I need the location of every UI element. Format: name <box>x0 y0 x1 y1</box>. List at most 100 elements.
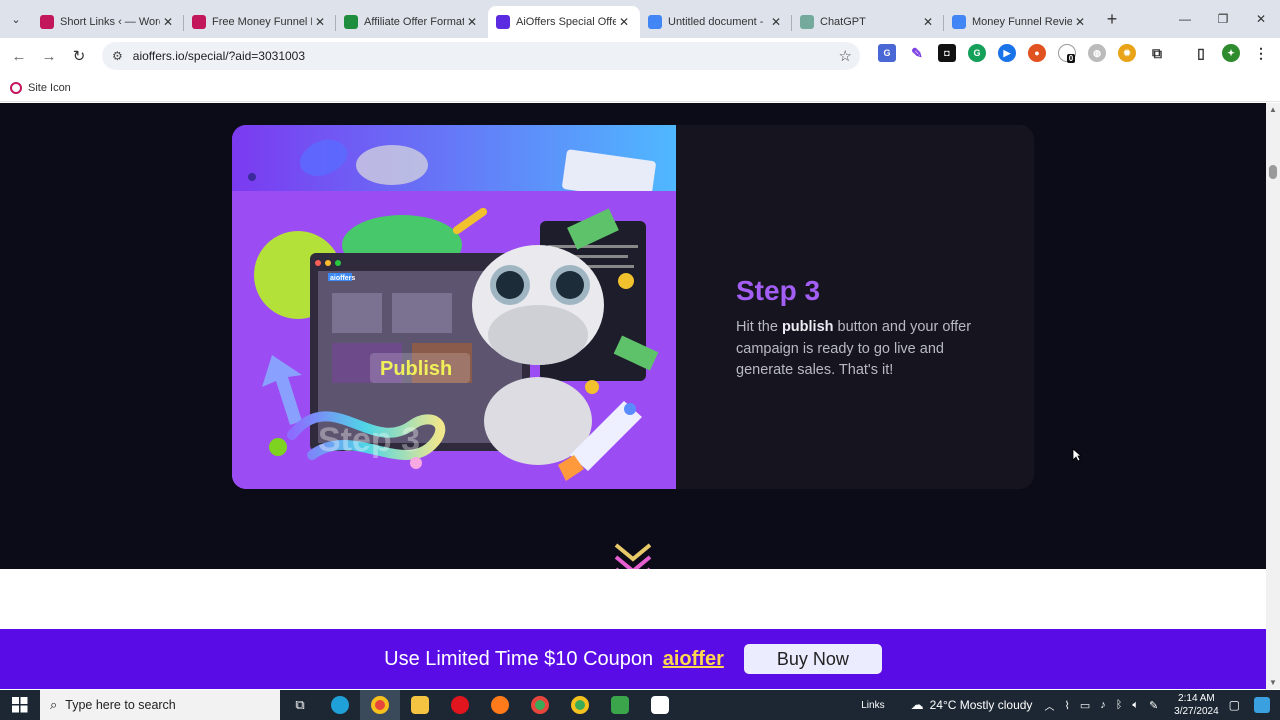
search-placeholder: Type here to search <box>65 698 176 712</box>
buy-now-button[interactable]: Buy Now <box>743 644 882 674</box>
chrome-profile-icon[interactable] <box>520 690 560 720</box>
camtasia-recorder-icon[interactable] <box>640 690 680 720</box>
video-extension-icon[interactable]: ▶ <box>998 44 1016 62</box>
tray-overflow-chevron-icon[interactable]: ︿ <box>1044 698 1054 713</box>
tab-favicon-icon <box>344 15 358 29</box>
step-illustration: aioffers Publish Step 3 <box>232 125 676 489</box>
camtasia-icon[interactable] <box>600 690 640 720</box>
tab[interactable]: Short Links ‹ — Word ✕ <box>32 6 184 38</box>
forward-button[interactable]: → <box>34 48 64 65</box>
pen-extension-icon[interactable]: ✎ <box>908 44 926 62</box>
illustration-brand-text: aioffers <box>330 275 355 282</box>
tab-close-icon[interactable]: ✕ <box>160 15 176 29</box>
copilot-icon[interactable] <box>1254 697 1270 713</box>
links-toolbar[interactable]: Links <box>861 700 884 711</box>
notifications-icon[interactable]: ▢ <box>1229 698 1240 712</box>
minimize-button[interactable]: — <box>1166 0 1204 38</box>
windows-taskbar: ⌕ Type here to search ⧉ Links ☁ 24°C Mos… <box>0 690 1280 720</box>
scroll-down-arrow-icon[interactable]: ▼ <box>1269 678 1277 687</box>
tab-title: AiOffers Special Offe <box>516 16 616 28</box>
url-text: aioffers.io/special/?aid=3031003 <box>132 49 306 63</box>
step-description: Hit the publish button and your offer ca… <box>736 317 976 382</box>
back-button[interactable]: ← <box>4 48 34 65</box>
new-tab-button[interactable]: + <box>1098 9 1126 30</box>
white-band <box>0 569 1266 629</box>
illustration-publish-label: Publish <box>380 358 452 380</box>
chrome-icon[interactable] <box>360 690 400 720</box>
tab-close-icon[interactable]: ✕ <box>768 15 784 29</box>
translate-extension-icon[interactable]: G <box>878 44 896 62</box>
puzzle-extensions-icon[interactable]: ⧉ <box>1148 44 1166 62</box>
tab-close-icon[interactable]: ✕ <box>1072 15 1088 29</box>
clock-date: 3/27/2024 <box>1174 706 1219 717</box>
close-window-button[interactable]: ✕ <box>1242 0 1280 38</box>
coupon-text: Use Limited Time $10 Coupon aioffer <box>384 648 724 671</box>
edge-icon[interactable] <box>320 690 360 720</box>
counter-extension-icon[interactable]: 0 <box>1058 44 1076 63</box>
tab-close-icon[interactable]: ✕ <box>920 15 936 29</box>
tab-close-icon[interactable]: ✕ <box>464 15 480 29</box>
tab-favicon-icon <box>496 15 510 29</box>
mic-icon[interactable]: ♪ <box>1100 699 1106 711</box>
tab[interactable]: Money Funnel Revie ✕ <box>944 6 1096 38</box>
site-info-icon[interactable]: ⚙ <box>112 49 123 63</box>
tab[interactable]: Affiliate Offer Format ✕ <box>336 6 488 38</box>
tab-active[interactable]: AiOffers Special Offe ✕ <box>488 6 640 38</box>
tab-favicon-icon <box>648 15 662 29</box>
volume-icon[interactable]: 🔈︎ <box>1132 699 1139 712</box>
file-explorer-icon[interactable] <box>400 690 440 720</box>
tab-search-button[interactable]: ⌄ <box>0 0 32 38</box>
dark-extension-icon[interactable]: ◘ <box>938 44 956 62</box>
profile-avatar[interactable]: ✦ <box>1222 44 1240 62</box>
restore-button[interactable]: ❐ <box>1204 0 1242 38</box>
globe-extension-icon[interactable]: ◍ <box>1088 44 1106 62</box>
tab[interactable]: Free Money Funnel R ✕ <box>184 6 336 38</box>
tab-favicon-icon <box>952 15 966 29</box>
bookmark-site-icon[interactable]: Site Icon <box>28 82 71 94</box>
tab-title: Untitled document - <box>668 16 764 28</box>
tab-close-icon[interactable]: ✕ <box>312 15 328 29</box>
orange-extension-icon[interactable]: ● <box>1028 44 1046 62</box>
gear-extension-icon[interactable]: ✹ <box>1118 44 1136 62</box>
side-panel-icon[interactable]: ▯ <box>1192 44 1210 62</box>
scroll-up-arrow-icon[interactable]: ▲ <box>1269 105 1277 114</box>
extension-badge: 0 <box>1066 53 1076 63</box>
tab-title: Free Money Funnel R <box>212 16 312 28</box>
window-controls: — ❐ ✕ <box>1166 0 1280 38</box>
step-desc-prefix: Hit the <box>736 319 782 335</box>
reload-button[interactable]: ↻ <box>64 47 94 65</box>
address-bar[interactable]: ⚙ aioffers.io/special/?aid=3031003 ☆ <box>102 42 860 70</box>
grammarly-extension-icon[interactable]: G <box>968 44 986 62</box>
step-desc-bold: publish <box>781 319 834 335</box>
tab-title: ChatGPT <box>820 16 866 28</box>
site-icon-favicon-icon <box>10 81 22 94</box>
menu-kebab-icon[interactable]: ⋮ <box>1252 44 1270 62</box>
taskbar-search-input[interactable]: ⌕ Type here to search <box>40 690 280 720</box>
step-card: aioffers Publish Step 3 Step 3 Hit the p… <box>232 125 1034 489</box>
bluetooth-icon[interactable]: ᛒ <box>1116 699 1123 711</box>
opera-icon[interactable] <box>440 690 480 720</box>
coupon-code-link[interactable]: aioffer <box>663 648 724 670</box>
start-button[interactable] <box>0 697 40 713</box>
battery-icon[interactable]: ▭ <box>1080 699 1090 712</box>
illustration-step-watermark: Step 3 <box>318 421 420 459</box>
tab-favicon-icon <box>192 15 206 29</box>
weather-cloud-icon: ☁ <box>910 697 924 712</box>
steps-section: aioffers Publish Step 3 Step 3 Hit the p… <box>0 103 1266 586</box>
clock[interactable]: 2:14 AM 3/27/2024 <box>1174 692 1219 718</box>
network-icon[interactable]: ⌇ <box>1064 699 1069 712</box>
firefox-icon[interactable] <box>480 690 520 720</box>
task-view-icon[interactable]: ⧉ <box>280 690 320 720</box>
weather-text[interactable]: 24°C Mostly cloudy <box>930 698 1033 712</box>
chrome-profile-2-icon[interactable] <box>560 690 600 720</box>
tab-close-icon[interactable]: ✕ <box>616 15 632 29</box>
coupon-prefix: Use Limited Time $10 Coupon <box>384 647 654 670</box>
tab[interactable]: ChatGPT ✕ <box>792 6 944 38</box>
scrollbar-thumb[interactable] <box>1269 165 1277 179</box>
tab-favicon-icon <box>800 15 814 29</box>
tab[interactable]: Untitled document - ✕ <box>640 6 792 38</box>
bookmark-star-icon[interactable]: ☆ <box>839 47 852 65</box>
page-scrollbar[interactable]: ▲ ▼ <box>1266 103 1280 689</box>
pen-icon[interactable]: ✎ <box>1149 699 1158 712</box>
tab-list: Short Links ‹ — Word ✕ Free Money Funnel… <box>32 0 1096 38</box>
